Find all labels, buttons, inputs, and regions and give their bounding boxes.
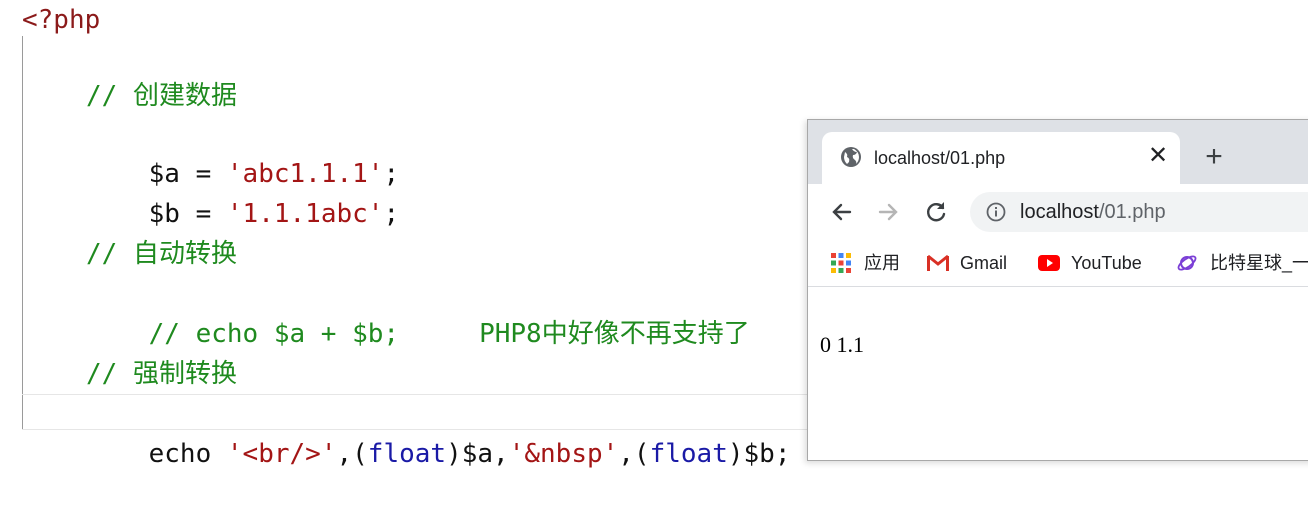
bookmark-label: YouTube xyxy=(1071,253,1142,273)
float-cast: float xyxy=(649,439,728,469)
bookmark-label: Gmail xyxy=(960,253,1008,273)
browser-toolbar: localhost/01.php xyxy=(808,184,1308,240)
string-nbsp: '&nbsp' xyxy=(508,439,619,469)
code-line-b: $b = '1.1.1abc'; xyxy=(86,154,399,229)
semicolon: ; xyxy=(383,199,400,229)
float-cast: float xyxy=(367,439,447,469)
comment-echo-code: // echo $a + $b; xyxy=(148,319,400,349)
new-tab-button[interactable]: + xyxy=(1198,142,1230,174)
comment-auto-convert: // 自动转换 xyxy=(86,239,237,269)
comment-create-data: // 创建数据 xyxy=(86,81,237,111)
reload-icon[interactable] xyxy=(922,198,950,226)
code-line-echo: echo '<br/>',(float)$a,'&nbsp',(float)$b… xyxy=(86,394,791,469)
punct: )$b; xyxy=(727,439,791,469)
forward-arrow-icon[interactable] xyxy=(874,198,902,226)
page-viewport: 0 1.1 xyxy=(808,287,1308,460)
punct: )$a, xyxy=(446,439,509,469)
tab-title: localhost/01.php xyxy=(874,148,1006,168)
comment-force-convert: // 强制转换 xyxy=(86,359,237,389)
page-output-text: 0 1.1 xyxy=(820,332,864,357)
back-arrow-icon[interactable] xyxy=(828,198,856,226)
indent-guide xyxy=(22,36,23,430)
tab-localhost[interactable]: localhost/01.php ✕ xyxy=(822,132,1180,184)
comment-php8-note: PHP8中好像不再支持了 xyxy=(479,319,750,349)
url-text: localhost/01.php xyxy=(1020,200,1166,224)
address-bar[interactable]: localhost/01.php xyxy=(970,192,1308,232)
comment-echo-line: // echo $a + $b; PHP8中好像不再支持了 xyxy=(86,274,750,349)
url-host: localhost xyxy=(1020,201,1099,223)
echo-keyword: echo xyxy=(148,439,227,469)
bitplanet-icon xyxy=(1176,252,1198,274)
youtube-icon xyxy=(1037,252,1060,274)
browser-window: localhost/01.php ✕ + localhost/01.php 应用… xyxy=(807,119,1308,461)
close-icon[interactable]: ✕ xyxy=(1144,142,1172,170)
globe-icon xyxy=(840,146,862,168)
string-br: '<br/>' xyxy=(226,439,337,469)
info-icon[interactable] xyxy=(986,202,1006,222)
apps-grid-icon xyxy=(830,252,852,274)
var-b: $b xyxy=(148,199,180,229)
punct: ,( xyxy=(336,439,368,469)
tab-bar: localhost/01.php ✕ + xyxy=(808,120,1308,184)
url-path: /01.php xyxy=(1098,201,1166,223)
php-open-tag: <?php xyxy=(22,5,101,35)
bookmark-label: 应用 xyxy=(864,253,900,273)
code-line-a: $a = 'abc1.1.1'; xyxy=(86,114,399,189)
bookmarks-bar: 应用 Gmail YouTube 比特星球_一 xyxy=(808,240,1308,287)
assign-op: = xyxy=(179,199,227,229)
punct: ,( xyxy=(618,439,650,469)
gmail-icon xyxy=(926,252,949,274)
bookmark-label: 比特星球_一 xyxy=(1210,253,1308,273)
string-b: '1.1.1abc' xyxy=(226,199,384,229)
